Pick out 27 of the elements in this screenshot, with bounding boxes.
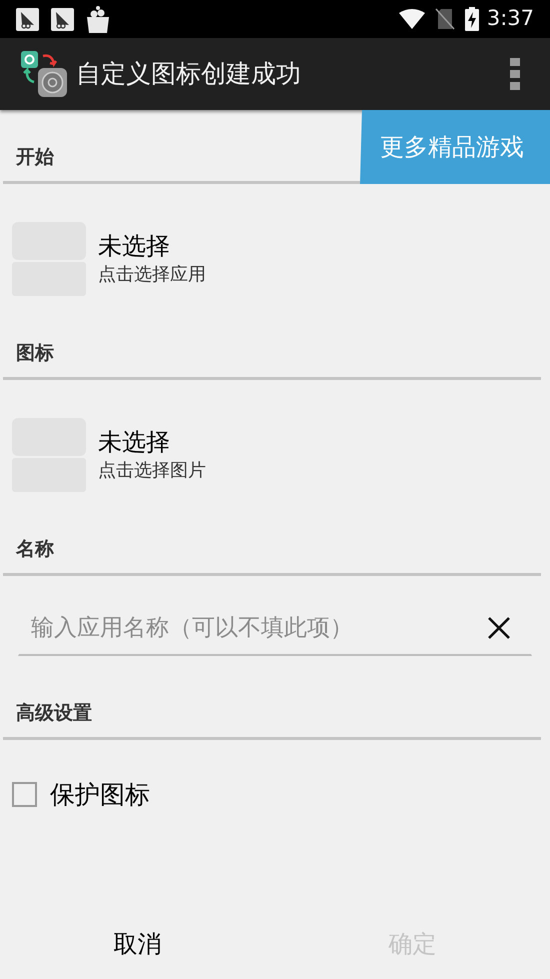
picker-label: 未选择 [98,231,171,262]
app-bar-title: 自定义图标创建成功 [76,58,302,90]
battery-charging-icon [464,7,479,31]
notification-icon [51,8,74,30]
picker-row[interactable]: 未选择 点击选择应用 [0,222,550,296]
clock-time: 3:37 [486,5,534,32]
section-header: 图标 [16,340,54,366]
picker-label: 未选择 [98,427,171,458]
name-input[interactable]: 输入应用名称（可以不填此项） [19,610,487,646]
section-header: 高级设置 [16,700,92,726]
notification-icon [16,8,39,30]
no-sim-icon [434,8,455,30]
more-options-icon[interactable] [510,58,520,90]
checkbox-label: 保护图标 [50,779,150,811]
checkbox[interactable] [12,782,37,808]
dialog-button[interactable]: 取消 [0,909,275,979]
name-input-field[interactable]: 输入应用名称（可以不填此项） [18,602,532,656]
picker-row[interactable]: 未选择 点击选择图片 [0,418,550,492]
picker-hint: 点击选择应用 [98,263,206,287]
wifi-icon [398,9,425,29]
picker-hint: 点击选择图片 [98,459,206,483]
section-header: 开始 [16,144,54,170]
section-header: 名称 [16,536,54,562]
basket-icon [86,5,110,33]
app-icon [20,50,68,98]
clear-icon[interactable] [487,616,511,640]
protect-icon-checkbox-row[interactable]: 保护图标 [12,776,550,814]
